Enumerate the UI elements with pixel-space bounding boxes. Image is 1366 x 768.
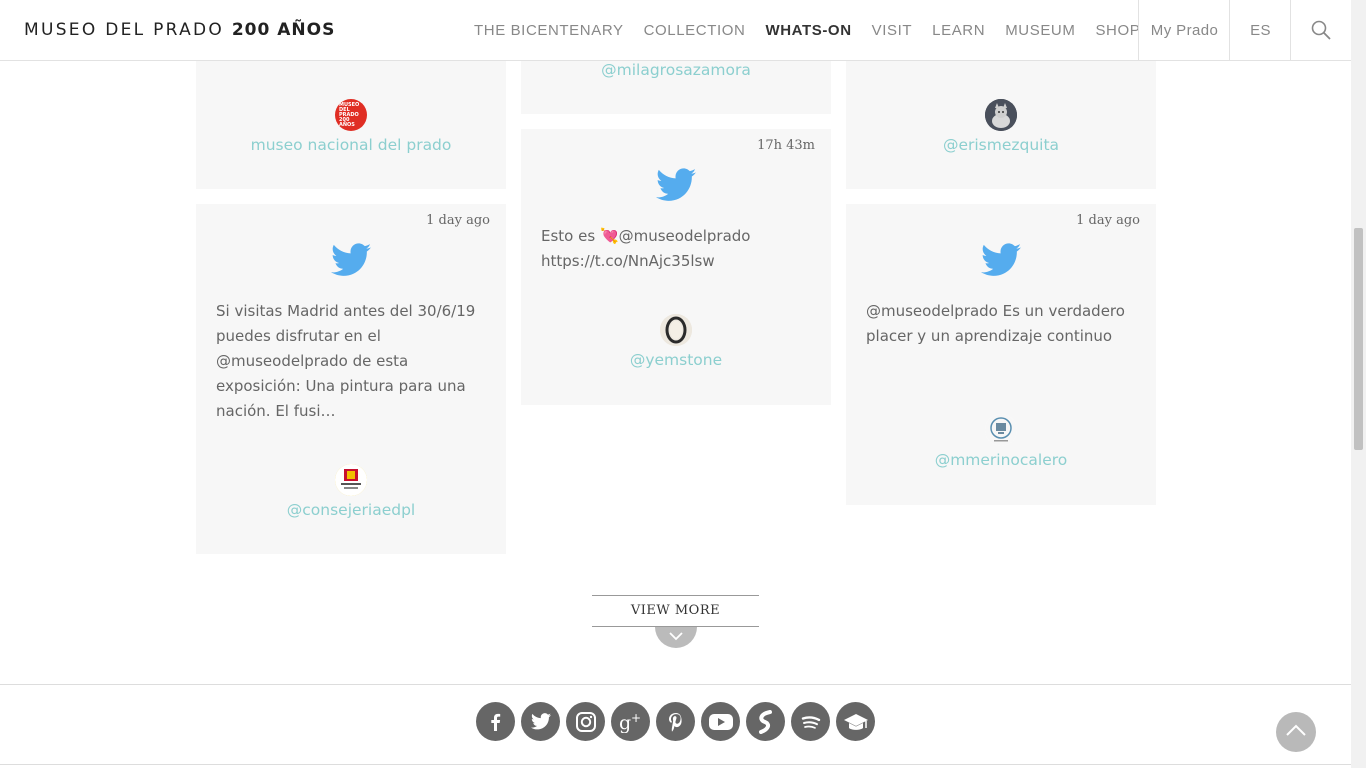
- view-more-toggle[interactable]: [655, 627, 697, 648]
- footer-divider: [0, 684, 1351, 685]
- logo-bold: 200 AÑOS: [231, 20, 336, 40]
- main-nav: THE BICENTENARY COLLECTION WHATS-ON VISI…: [464, 0, 1150, 60]
- tweet-card[interactable]: 1 day ago @museodelprado Es un verdadero…: [846, 204, 1156, 505]
- social-links: g +: [476, 702, 875, 741]
- twitter-icon[interactable]: [521, 702, 560, 741]
- avatar[interactable]: [660, 314, 692, 346]
- facebook-icon[interactable]: [476, 702, 515, 741]
- back-to-top-button[interactable]: [1276, 712, 1316, 752]
- monitor-logo-icon: [985, 414, 1017, 446]
- view-more-button[interactable]: VIEW MORE: [592, 595, 759, 627]
- tweet-text: Esto es 💘@museodelprado https://t.co/NnA…: [541, 224, 811, 274]
- nav-bicentenary[interactable]: THE BICENTENARY: [464, 22, 634, 39]
- google-plus-icon[interactable]: g +: [611, 702, 650, 741]
- twitter-bird-icon: [656, 168, 696, 201]
- cat-photo-icon: [985, 99, 1017, 131]
- nav-museum[interactable]: MUSEUM: [995, 22, 1085, 39]
- avatar[interactable]: [335, 464, 367, 496]
- search-button[interactable]: [1290, 0, 1351, 60]
- twitter-bird-icon: [331, 243, 371, 276]
- nav-learn[interactable]: LEARN: [922, 22, 995, 39]
- language-switch[interactable]: ES: [1229, 0, 1291, 60]
- heart-arrow-emoji: 💘: [599, 227, 619, 245]
- svg-text:+: +: [631, 711, 641, 725]
- education-icon[interactable]: [836, 702, 875, 741]
- spotify-icon[interactable]: [791, 702, 830, 741]
- tweet-card[interactable]: MUSEO DEL PRADO 200 AÑOS museo nacional …: [196, 60, 506, 189]
- tweet-time: 17h 43m: [757, 138, 815, 153]
- avatar-text: MUSEO DEL PRADO 200 AÑOS: [339, 102, 360, 128]
- twitter-bird-icon: [981, 243, 1021, 276]
- site-header: MUSEO DEL PRADO 200 AÑOS THE BICENTENARY…: [0, 0, 1351, 61]
- tweet-card[interactable]: 1 day ago Si visitas Madrid antes del 30…: [196, 204, 506, 554]
- coat-of-arms-icon: [335, 464, 367, 496]
- tweet-author[interactable]: museo nacional del prado: [196, 136, 506, 154]
- tweet-author[interactable]: @erismezquita: [846, 136, 1156, 154]
- tweet-time: 1 day ago: [1076, 213, 1140, 228]
- nav-whats-on[interactable]: WHATS-ON: [755, 22, 861, 39]
- youtube-icon[interactable]: [701, 702, 740, 741]
- logo-text: MUSEO DEL PRADO: [24, 20, 225, 40]
- avatar[interactable]: [985, 414, 1017, 446]
- avatar[interactable]: MUSEO DEL PRADO 200 AÑOS: [335, 99, 367, 131]
- instagram-icon[interactable]: [566, 702, 605, 741]
- tweet-text-prefix: Esto es: [541, 227, 600, 245]
- scrollbar-thumb[interactable]: [1354, 228, 1363, 450]
- tweet-author[interactable]: @milagrosazamora: [521, 61, 831, 79]
- tweet-card[interactable]: @erismezquita: [846, 60, 1156, 189]
- avatar[interactable]: [985, 99, 1017, 131]
- search-icon: [1311, 20, 1331, 40]
- tweet-author[interactable]: @yemstone: [521, 351, 831, 369]
- footer-divider-bottom: [0, 764, 1351, 765]
- pinterest-icon[interactable]: [656, 702, 695, 741]
- tweet-text: Si visitas Madrid antes del 30/6/19 pued…: [216, 302, 476, 420]
- my-prado-link[interactable]: My Prado: [1138, 0, 1230, 60]
- chevron-down-icon: [669, 632, 683, 641]
- tweet-author[interactable]: @consejeriaedpl: [196, 501, 506, 519]
- oval-portrait-icon: [660, 314, 692, 346]
- chevron-up-icon: [1286, 724, 1306, 736]
- tweet-text: @museodelprado Es un verdadero placer y …: [866, 302, 1125, 345]
- soundcloud-icon[interactable]: [746, 702, 785, 741]
- nav-visit[interactable]: VISIT: [862, 22, 923, 39]
- site-logo[interactable]: MUSEO DEL PRADO 200 AÑOS: [24, 20, 335, 40]
- tweet-time: 1 day ago: [426, 213, 490, 228]
- tweet-card[interactable]: 17h 43m Esto es 💘@museodelprado https://…: [521, 129, 831, 405]
- scrollbar[interactable]: [1351, 0, 1366, 768]
- tweet-card[interactable]: @milagrosazamora: [521, 60, 831, 114]
- svg-text:g: g: [619, 712, 631, 733]
- nav-collection[interactable]: COLLECTION: [634, 22, 756, 39]
- tweet-author[interactable]: @mmerinocalero: [846, 451, 1156, 469]
